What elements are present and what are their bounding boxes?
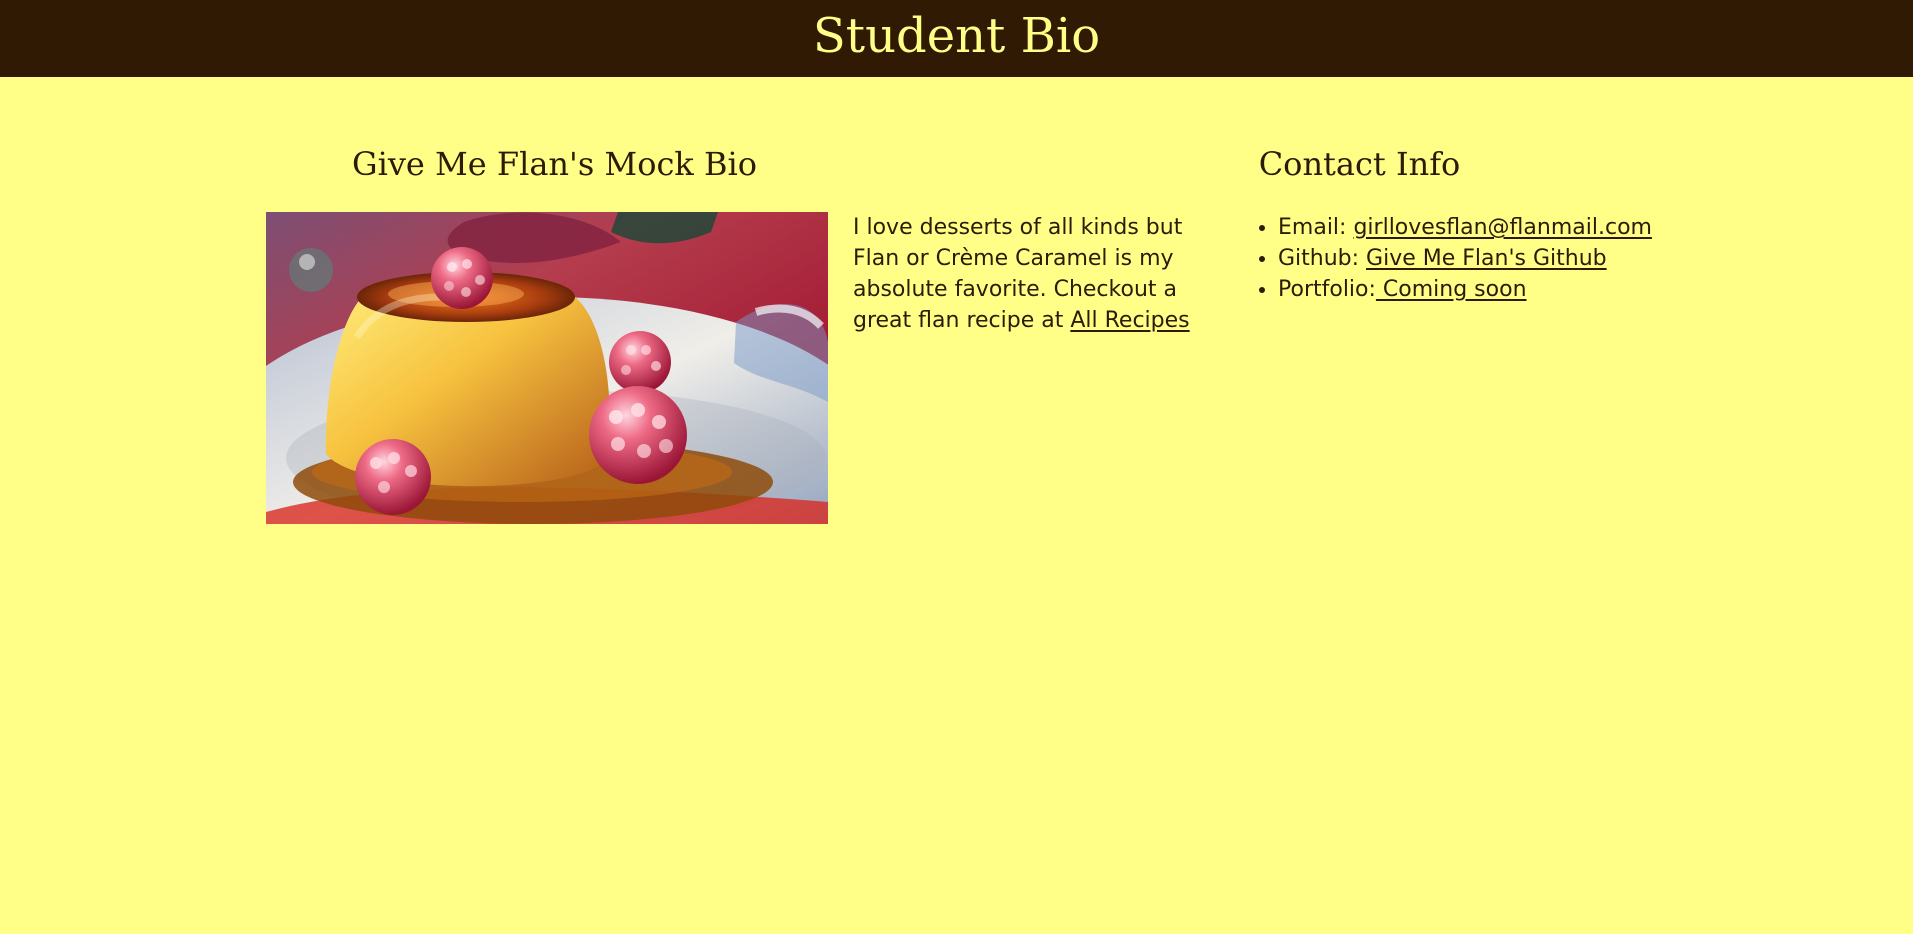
github-link[interactable]: Give Me Flan's Github bbox=[1366, 246, 1607, 271]
all-recipes-link[interactable]: All Recipes bbox=[1070, 308, 1189, 333]
email-link[interactable]: girllovesflan@flanmail.com bbox=[1353, 215, 1652, 240]
main-content: Give Me Flan's Mock Bio I love desserts … bbox=[0, 77, 1913, 934]
portfolio-label: Portfolio: bbox=[1278, 277, 1376, 302]
portfolio-link[interactable]: Coming soon bbox=[1376, 277, 1527, 302]
contact-list: Email: girllovesflan@flanmail.com Github… bbox=[1260, 212, 1658, 305]
contact-portfolio-item: Portfolio: Coming soon bbox=[1278, 274, 1658, 305]
flan-image bbox=[266, 212, 828, 524]
page-title: Student Bio bbox=[812, 7, 1101, 64]
github-label: Github: bbox=[1278, 246, 1367, 271]
contact-heading: Contact Info bbox=[1258, 145, 1461, 183]
bio-text: I love desserts of all kinds but Flan or… bbox=[853, 212, 1203, 336]
email-label: Email: bbox=[1278, 215, 1354, 240]
bio-heading: Give Me Flan's Mock Bio bbox=[352, 145, 757, 183]
site-header: Student Bio bbox=[0, 0, 1913, 77]
contact-email-item: Email: girllovesflan@flanmail.com bbox=[1278, 212, 1658, 243]
contact-github-item: Github: Give Me Flan's Github bbox=[1278, 243, 1658, 274]
